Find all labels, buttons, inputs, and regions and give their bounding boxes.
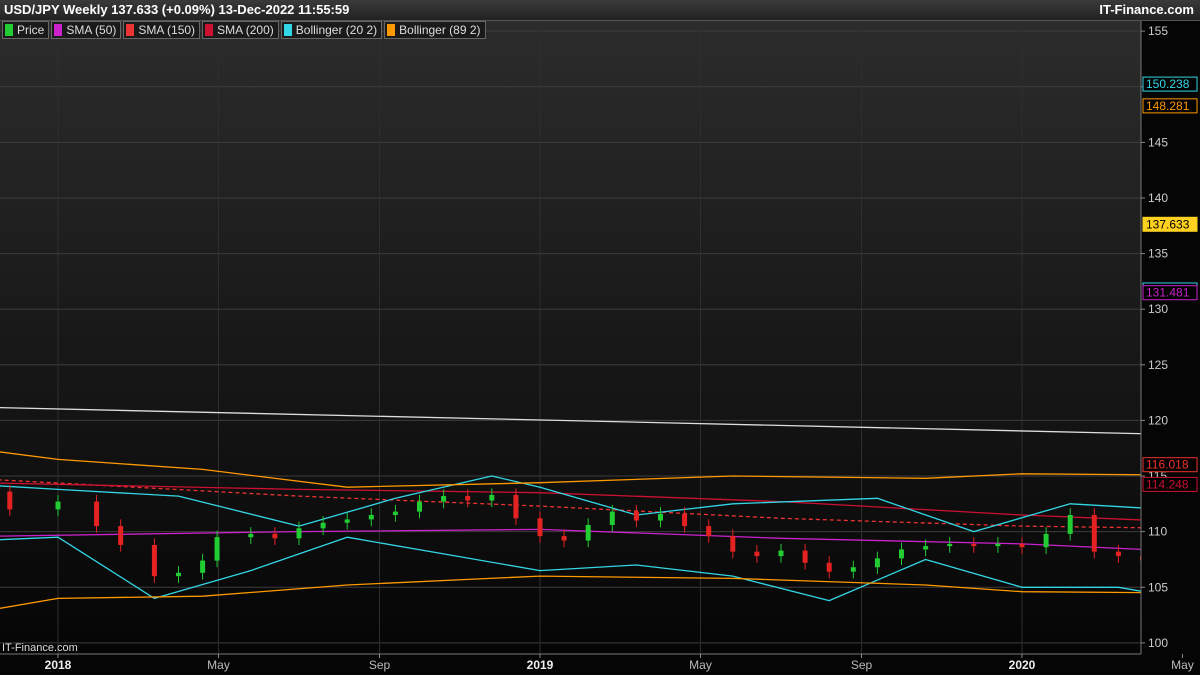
price-chart: 100105110115120125130135140145150155 150… bbox=[0, 20, 1200, 675]
price-candle bbox=[730, 536, 736, 552]
legend-label: Price bbox=[17, 23, 45, 37]
y-tick-label: 140 bbox=[1148, 191, 1168, 205]
brand-name: IT-Finance.com bbox=[1099, 2, 1194, 17]
value-tag-label: 116.018 bbox=[1146, 458, 1189, 472]
y-tick-label: 100 bbox=[1148, 636, 1168, 650]
y-tick-label: 120 bbox=[1148, 413, 1168, 427]
price-candle bbox=[214, 537, 220, 561]
y-tick-label: 155 bbox=[1148, 24, 1168, 38]
legend-item-sma50[interactable]: SMA (50) bbox=[51, 21, 122, 39]
price-candle bbox=[1091, 514, 1097, 552]
right-axis-panel bbox=[1141, 20, 1200, 654]
price-candle bbox=[899, 549, 904, 559]
legend: Price SMA (50) SMA (150) SMA (200) Bolli… bbox=[2, 21, 486, 39]
price-candle bbox=[296, 528, 302, 539]
legend-swatch bbox=[54, 24, 63, 36]
price-candle bbox=[320, 522, 326, 529]
price-candle bbox=[633, 511, 639, 521]
price-candle bbox=[176, 572, 181, 577]
price-candle bbox=[368, 514, 374, 520]
price-candle bbox=[344, 519, 350, 523]
price-candle bbox=[923, 546, 929, 550]
legend-label: SMA (200) bbox=[217, 23, 274, 37]
price-candle bbox=[658, 513, 663, 521]
legend-swatch bbox=[205, 24, 214, 36]
price-candle bbox=[802, 550, 808, 563]
x-tick-label: May bbox=[1171, 658, 1194, 672]
legend-label: Bollinger (20 2) bbox=[295, 23, 378, 37]
watermark: IT-Finance.com bbox=[2, 642, 78, 654]
price-candle bbox=[971, 543, 977, 547]
legend-label: SMA (150) bbox=[138, 23, 196, 37]
price-candle bbox=[1115, 551, 1121, 557]
price-candle bbox=[441, 496, 447, 502]
legend-item-price[interactable]: Price bbox=[2, 21, 50, 39]
x-tick-label: Sep bbox=[369, 658, 391, 672]
chart-title: USD/JPY Weekly 137.633 (+0.09%) 13-Dec-2… bbox=[4, 2, 350, 17]
x-tick-label: Sep bbox=[851, 658, 873, 672]
value-tag-label: 131.481 bbox=[1146, 286, 1190, 300]
price-candle bbox=[947, 543, 953, 547]
price-candle bbox=[1067, 514, 1073, 534]
y-tick-label: 105 bbox=[1148, 580, 1168, 594]
x-tick-label: May bbox=[689, 658, 712, 672]
plot-background bbox=[0, 20, 1141, 654]
legend-label: Bollinger (89 2) bbox=[399, 23, 481, 37]
price-candle bbox=[94, 501, 100, 527]
legend-label: SMA (50) bbox=[66, 23, 117, 37]
price-candle bbox=[682, 513, 688, 527]
price-candle bbox=[826, 562, 832, 572]
y-tick-label: 125 bbox=[1148, 358, 1168, 372]
x-tick-label: 2018 bbox=[45, 658, 72, 672]
price-candle bbox=[1019, 543, 1025, 548]
price-candle bbox=[465, 496, 471, 501]
x-tick-label: 2019 bbox=[527, 658, 554, 672]
price-candle bbox=[874, 558, 880, 568]
price-candle bbox=[585, 524, 591, 541]
price-candle bbox=[7, 491, 13, 510]
price-candle bbox=[489, 494, 495, 501]
price-candle bbox=[248, 533, 254, 538]
y-tick-label: 110 bbox=[1148, 525, 1167, 539]
price-candle bbox=[609, 511, 615, 525]
value-tag-label: 137.633 bbox=[1146, 217, 1190, 231]
legend-item-bollinger-89[interactable]: Bollinger (89 2) bbox=[384, 21, 486, 39]
price-candle bbox=[537, 518, 543, 537]
y-tick-label: 145 bbox=[1148, 135, 1168, 149]
x-tick-label: 2020 bbox=[1009, 658, 1036, 672]
title-bar: USD/JPY Weekly 137.633 (+0.09%) 13-Dec-2… bbox=[0, 0, 1200, 21]
price-candle bbox=[513, 494, 519, 519]
y-tick-label: 135 bbox=[1148, 247, 1168, 261]
price-candle bbox=[55, 501, 61, 510]
price-candle bbox=[561, 536, 567, 541]
legend-item-sma200[interactable]: SMA (200) bbox=[202, 21, 279, 39]
value-tag-label: 114.248 bbox=[1146, 477, 1189, 491]
price-candle bbox=[392, 511, 398, 515]
price-candle bbox=[118, 526, 124, 545]
value-tag-label: 150.238 bbox=[1146, 77, 1190, 91]
price-candle bbox=[272, 533, 278, 539]
x-tick-label: May bbox=[207, 658, 230, 672]
legend-item-bollinger-20[interactable]: Bollinger (20 2) bbox=[280, 21, 383, 39]
price-candle bbox=[995, 543, 1001, 547]
price-candle bbox=[778, 550, 784, 557]
legend-swatch bbox=[387, 24, 396, 36]
price-candle bbox=[706, 526, 712, 537]
price-candle bbox=[850, 567, 856, 572]
legend-item-sma150[interactable]: SMA (150) bbox=[123, 21, 201, 39]
legend-swatch bbox=[5, 24, 13, 36]
legend-swatch bbox=[126, 24, 135, 36]
price-candle bbox=[200, 560, 206, 573]
legend-swatch bbox=[283, 24, 292, 36]
price-candle bbox=[417, 501, 422, 512]
price-candle bbox=[754, 551, 760, 557]
y-tick-label: 130 bbox=[1148, 302, 1168, 316]
value-tag-label: 148.281 bbox=[1146, 99, 1190, 113]
price-candle bbox=[151, 544, 157, 577]
price-candle bbox=[1043, 533, 1049, 548]
